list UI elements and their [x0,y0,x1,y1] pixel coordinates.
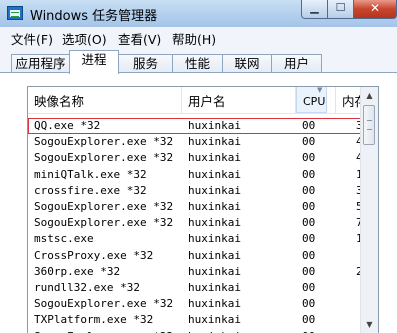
process-image-name: rundll32.exe *32 [34,281,140,294]
process-username: huxinkai [188,281,241,294]
process-image-name: SogouExplorer.exe *32 [34,135,174,149]
menu-bar: 文件(F) 选项(O) 查看(V) 帮助(H) [0,27,397,48]
process-username: huxinkai [188,232,241,246]
tab-networking[interactable]: 联网 [222,54,272,73]
process-cpu: 00 [302,313,316,327]
process-row[interactable]: mstsc.exehuxinkai001 [28,231,363,247]
process-image-name: QQ.exe *32 [34,119,101,132]
process-row[interactable]: TXPlatform.exe *32 huxinkai 00 [28,312,362,328]
menu-options[interactable]: 选项(O) [62,29,107,48]
process-row[interactable]: SogouExplorer.exe *32 huxinkai 00 [28,329,362,333]
process-username: huxinkai [188,135,241,149]
scroll-down-arrow-icon[interactable]: ▼ [361,316,378,333]
process-username: huxinkai [188,248,241,262]
process-cpu: 00 [302,297,316,311]
process-row[interactable]: miniQTalk.exe *32huxinkai001 [28,167,363,183]
process-list[interactable]: 映像名称 用户名 ▼ CPU 内存 QQ.exe *32huxinkai003S… [27,86,379,333]
process-username: huxinkai [188,119,241,132]
process-cpu: 00 [302,135,316,149]
process-row[interactable]: CrossProxy.exe *32 huxinkai 00 [28,248,362,264]
column-cpu-label: CPU [303,95,326,108]
process-cpu: 00 [302,200,316,213]
task-manager-icon [7,6,23,20]
process-image-name: 360rp.exe *32 [34,264,121,278]
vertical-scrollbar[interactable]: ▲ ▼ [360,87,378,333]
minimize-button[interactable]: ▁ [301,0,328,19]
process-row[interactable]: crossfire.exe *32huxinkai0032 [28,183,369,199]
menu-file[interactable]: 文件(F) [11,29,53,48]
process-row[interactable]: SogouExplorer.exe *32huxinkai004 [28,134,363,150]
column-username[interactable]: 用户名 [182,87,295,113]
tab-strip: 应用程序 进程 服务 性能 联网 用户 [0,47,397,74]
maximize-button[interactable]: ☐ [327,0,354,19]
process-username: huxinkai [188,329,241,333]
menu-help[interactable]: 帮助(H) [172,29,216,48]
tab-users[interactable]: 用户 [271,54,322,73]
process-row[interactable]: 360rp.exe *32huxinkai002 [28,264,363,280]
process-username: huxinkai [188,167,241,181]
process-image-name: mstsc.exe [34,232,94,246]
process-row[interactable]: SogouExplorer.exe *32huxinkai004 [28,150,363,166]
tab-performance[interactable]: 性能 [172,54,223,73]
process-image-name: SogouExplorer.exe *32 [34,216,174,230]
process-row[interactable]: SogouExplorer.exe *32huxinkai007 [28,215,363,231]
process-image-name: crossfire.exe *32 [34,183,147,197]
process-image-name: SogouExplorer.exe *32 [34,329,173,333]
process-image-name: CrossProxy.exe *32 [34,248,154,262]
window-title: Windows 任务管理器 [30,9,158,24]
process-cpu: 00 [302,329,315,333]
process-username: huxinkai [188,200,241,213]
column-header-row: 映像名称 用户名 ▼ CPU 内存 [28,87,367,114]
process-image-name: SogouExplorer.exe *32 [34,297,174,311]
column-image-name[interactable]: 映像名称 [28,87,181,113]
tab-applications[interactable]: 应用程序 [11,54,70,73]
process-row[interactable]: rundll32.exe *32 huxinkai 00 [28,280,362,296]
process-cpu: 00 [302,281,316,294]
process-image-name: SogouExplorer.exe *32 [34,151,174,165]
tab-processes[interactable]: 进程 [69,50,119,74]
process-cpu: 00 [302,264,316,278]
process-row[interactable]: QQ.exe *32huxinkai003 [28,118,363,134]
process-cpu: 00 [302,216,316,230]
process-image-name: miniQTalk.exe *32 [34,167,147,181]
process-row[interactable]: SogouExplorer.exe *32huxinkai005 [28,199,363,215]
minimize-icon: ▁ [310,1,319,14]
process-cpu: 00 [302,248,316,262]
process-cpu: 00 [302,183,316,197]
sort-arrow-icon: ▼ [317,86,323,94]
menu-view[interactable]: 查看(V) [118,29,161,48]
process-image-name: TXPlatform.exe *32 [34,313,154,327]
process-username: huxinkai [188,297,241,311]
process-row[interactable]: SogouExplorer.exe *32 huxinkai 00 [28,296,362,312]
process-username: huxinkai [188,264,241,278]
process-cpu: 00 [302,167,316,181]
scroll-up-arrow-icon[interactable]: ▲ [361,87,378,104]
process-username: huxinkai [188,151,241,165]
process-cpu: 00 [302,232,316,246]
close-icon: ✕ [369,1,381,15]
process-cpu: 00 [302,119,316,132]
processes-panel: 映像名称 用户名 ▼ CPU 内存 QQ.exe *32huxinkai003S… [0,72,397,333]
process-cpu: 00 [302,151,316,165]
process-username: huxinkai [188,216,241,230]
scrollbar-thumb[interactable] [363,105,375,145]
title-bar: Windows 任务管理器 ▁ ☐ ✕ [0,0,397,27]
tab-services[interactable]: 服务 [118,54,173,73]
process-image-name: SogouExplorer.exe *32 [34,200,174,213]
process-username: huxinkai [188,313,241,327]
maximize-icon: ☐ [335,1,346,14]
close-button[interactable]: ✕ [353,0,397,19]
process-username: huxinkai [188,183,241,197]
column-cpu[interactable]: ▼ CPU [296,87,327,113]
